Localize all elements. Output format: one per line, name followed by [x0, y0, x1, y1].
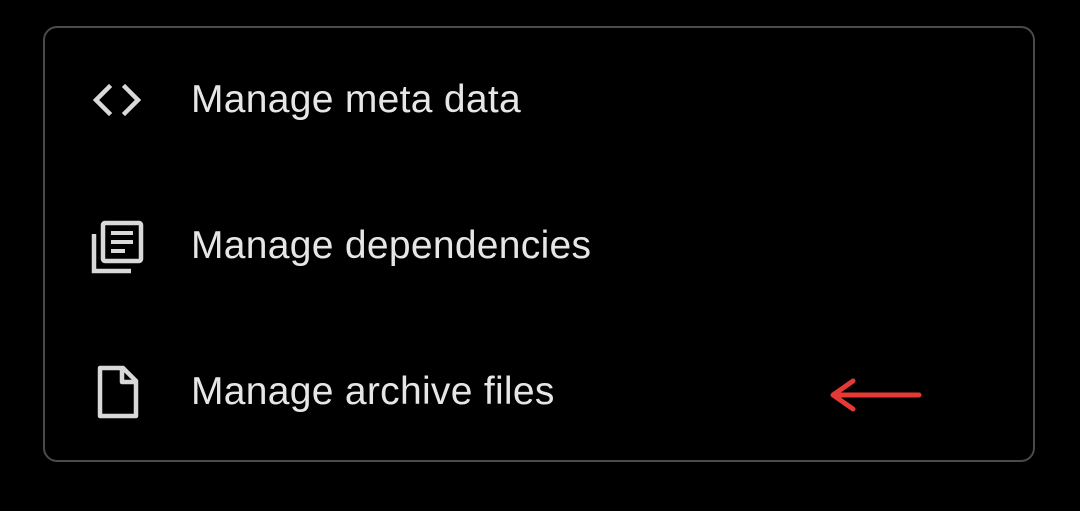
menu-item-label: Manage meta data [191, 78, 522, 121]
menu-item-label: Manage archive files [191, 370, 555, 413]
file-icon [87, 362, 147, 422]
menu-item-manage-meta-data[interactable]: Manage meta data [45, 30, 1033, 170]
code-brackets-icon [87, 70, 147, 130]
library-books-icon [87, 216, 147, 276]
annotation-arrow-icon [825, 376, 925, 416]
menu-item-manage-dependencies[interactable]: Manage dependencies [45, 176, 1033, 316]
menu-item-label: Manage dependencies [191, 224, 592, 267]
